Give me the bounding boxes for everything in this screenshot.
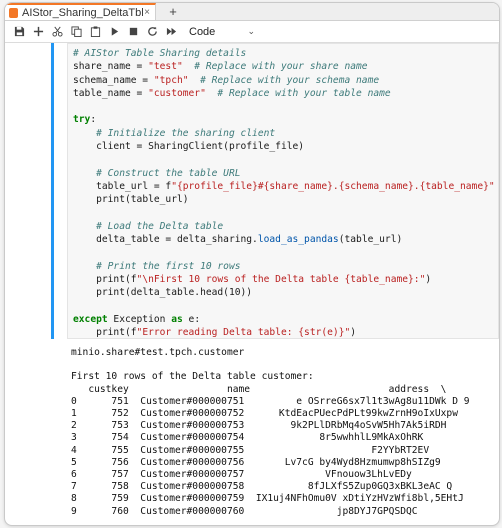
code-function: load_as_pandas [257,234,339,246]
restart-button[interactable] [143,22,162,41]
code-string: "tpch" [153,74,189,86]
code-string: "\nFirst 10 rows of the Delta table {tab… [136,274,426,286]
cell-output: minio.share#test.tpch.customer First 10 … [71,347,499,518]
copy-icon [71,26,82,37]
code-keyword: as [171,313,183,325]
table-row: 1 752 Customer#000000752 KtdEacPUecPdPLt… [71,408,458,420]
notebook-toolbar: Code ⌄ [5,21,499,43]
code-text: print(f [96,327,137,339]
table-row: 7 758 Customer#000000758 8fJLXfS5Zup0GQ3… [71,481,453,493]
code-text: print(table_url) [96,194,189,206]
code-comment: # Print the first 10 rows [96,260,241,272]
stop-icon [129,27,138,36]
save-button[interactable] [10,22,29,41]
code-text: delta_table = delta_sharing. [96,234,258,246]
cut-button[interactable] [48,22,67,41]
cell-type-value: Code [189,25,216,38]
code-text: table_name = [73,87,149,99]
code-text: Exception [107,313,172,325]
chevron-down-icon: ⌄ [247,26,255,36]
active-cell-indicator [51,43,54,339]
notebook-window: AIStor_Sharing_DeltaTbl.ipynb × + [4,2,500,526]
code-text: ) [350,327,357,339]
add-cell-button[interactable] [29,22,48,41]
output-line: First 10 rows of the Delta table custome… [71,371,314,383]
code-string: "Error reading Delta table: {str(e)}" [136,327,351,339]
save-icon [14,26,25,37]
table-row: 2 753 Customer#000000753 9k2PLlDRbMq4oSv… [71,420,447,432]
fast-forward-icon [166,27,177,36]
stop-button[interactable] [124,22,143,41]
new-tab-button[interactable]: + [166,3,180,20]
run-button[interactable] [105,22,124,41]
notebook-icon [9,7,18,18]
code-comment: # Replace with your schema name [188,74,380,86]
code-editor[interactable]: # AIStor Table Sharing details share_nam… [68,44,498,340]
code-comment: # Construct the table URL [96,167,241,179]
code-comment: # Load the Delta table [96,220,224,232]
code-text: share_name = [73,61,149,73]
close-icon[interactable]: × [144,7,150,18]
code-text: ) [425,274,432,286]
output-line: minio.share#test.tpch.customer [71,347,245,358]
table-row: 3 754 Customer#000000754 8r5wwhhlL9MkAxO… [71,432,424,444]
code-comment: # AIStor Table Sharing details [73,48,247,59]
code-string: "customer" [148,87,206,99]
tab-title: AIStor_Sharing_DeltaTbl.ipynb [22,6,144,19]
code-text: client = SharingClient(profile_file) [96,141,305,153]
code-comment: # Replace with your table name [205,87,391,99]
cell-type-select[interactable]: Code ⌄ [189,26,259,38]
code-text: print(f [96,274,137,286]
code-text: e: [182,313,201,325]
paste-icon [90,26,101,37]
code-string: "test" [148,61,183,73]
code-text: (table_url) [338,234,403,246]
cut-icon [52,26,63,37]
code-keyword: except [73,313,108,325]
table-row: 5 756 Customer#000000756 Lv7cG by4Wyd8Hz… [71,456,441,468]
restart-icon [148,27,157,36]
code-text: print(delta_table.head(10)) [96,287,253,299]
table-row: 4 755 Customer#000000755 F2YYbRT2EV [71,444,430,456]
run-all-button[interactable] [162,22,181,41]
table-row: 8 759 Customer#000000759 IX1uj4NFhOmu0V … [71,493,464,505]
table-header: custkey name address \ [71,383,447,395]
code-text: table_url = f [96,180,172,192]
code-string: "{profile_file}#{share_name}.{schema_nam… [171,180,495,192]
paste-button[interactable] [86,22,105,41]
code-keyword: try [73,114,91,126]
add-icon [33,26,44,37]
table-row: 9 760 Customer#000000760 jp8DYJ7GPQSDQC [71,505,418,517]
code-text: schema_name = [73,74,154,86]
run-icon [111,27,119,36]
copy-button[interactable] [67,22,86,41]
tab-bar: AIStor_Sharing_DeltaTbl.ipynb × + [5,3,499,21]
notebook-tab[interactable]: AIStor_Sharing_DeltaTbl.ipynb × [5,3,156,20]
code-cell[interactable]: # AIStor Table Sharing details share_nam… [67,43,499,339]
table-row: 6 757 Customer#000000757 VFnouow3LhLvEDy [71,469,412,481]
output-text: minio.share#test.tpch.customer First 10 … [71,347,499,518]
table-row: 0 751 Customer#000000751 e OSrreG6sx7l1t… [71,395,470,407]
code-comment: # Initialize the sharing client [96,127,276,139]
code-comment: # Replace with your share name [182,61,368,73]
